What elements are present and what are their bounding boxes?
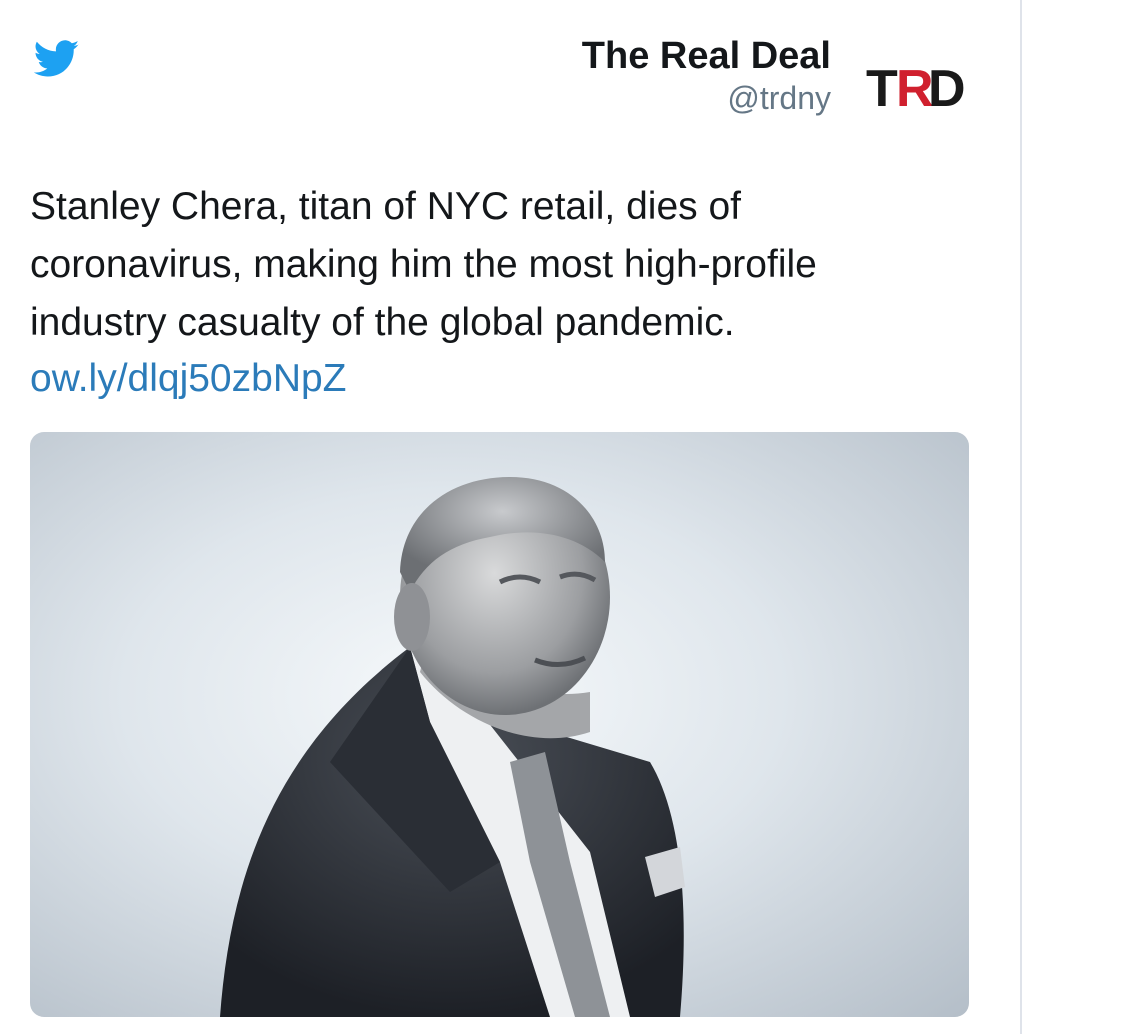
account-info[interactable]: The Real Deal @trdny xyxy=(582,34,831,118)
divider xyxy=(1020,0,1022,1034)
tweet-text: Stanley Chera, titan of NYC retail, dies… xyxy=(30,185,817,344)
trd-logo-avatar[interactable]: T R D xyxy=(862,56,966,118)
account-handle[interactable]: @trdny xyxy=(582,78,831,118)
tweet-link[interactable]: ow.ly/dlqj50zbNpZ xyxy=(30,350,347,408)
twitter-bird-icon[interactable] xyxy=(33,40,80,78)
ear-shape xyxy=(394,583,430,651)
tweet-card: The Real Deal @trdny T R D Stanley Chera… xyxy=(0,0,1141,1034)
avatar-letter-d: D xyxy=(928,60,966,116)
avatar-letter-t: T xyxy=(866,60,898,116)
account-name[interactable]: The Real Deal xyxy=(582,34,831,78)
portrait-photo xyxy=(220,477,685,1017)
tweet-media-image[interactable] xyxy=(30,432,969,1017)
